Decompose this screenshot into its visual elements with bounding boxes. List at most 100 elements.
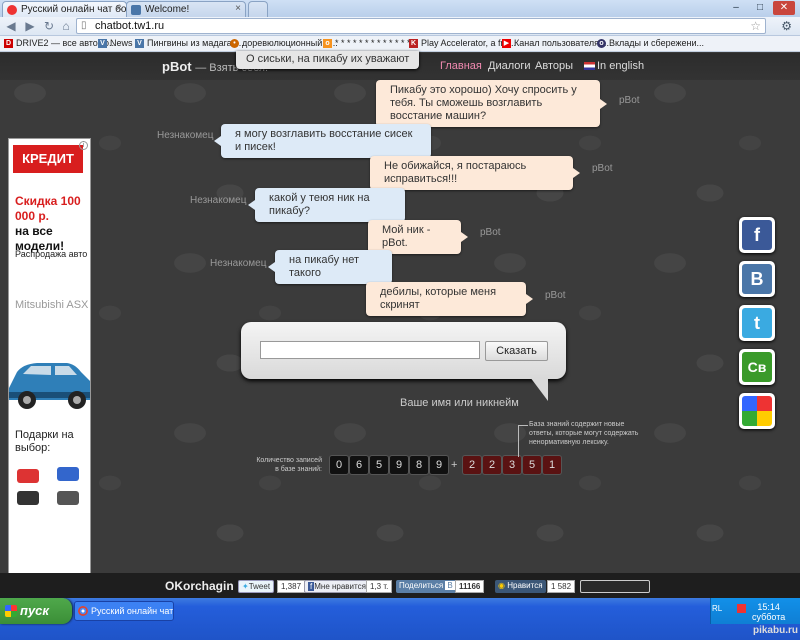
bookmark-prerevolution[interactable]: • доревюлюционный - ... bbox=[230, 38, 338, 50]
counter-digit: 9 bbox=[390, 456, 408, 474]
twitter-share-button[interactable]: t bbox=[739, 305, 775, 341]
start-button[interactable]: пуск bbox=[0, 598, 72, 624]
tweet-button[interactable]: ✦Tweet bbox=[238, 580, 275, 593]
tab-title: Русский онлайн чат бот, и... bbox=[21, 4, 127, 15]
taskbar-clock[interactable]: 15:14 суббота bbox=[752, 602, 785, 622]
bookmark-news[interactable]: V News bbox=[98, 38, 133, 50]
chrome-icon bbox=[78, 606, 88, 616]
maximize-button[interactable]: □ bbox=[749, 1, 771, 15]
counter-digit: 0 bbox=[330, 456, 348, 474]
address-url: chatbot.tw1.ru bbox=[95, 20, 165, 32]
chat-message-user: на пикабу нет такого bbox=[268, 250, 392, 284]
ad-headline: Скидка 100 000 р. bbox=[15, 194, 81, 223]
new-counter-digit: 5 bbox=[523, 456, 541, 474]
vk-share-button[interactable]: Поделиться B bbox=[396, 580, 458, 593]
counter-digit: 8 bbox=[410, 456, 428, 474]
chat-speaker: Незнакомец bbox=[210, 258, 267, 269]
nickname-hint[interactable]: Ваше имя или никнейм bbox=[400, 397, 519, 409]
chat-speaker: pBot bbox=[480, 227, 501, 238]
facebook-like-count: 1,3 т. bbox=[366, 580, 393, 593]
google-share-button[interactable] bbox=[739, 393, 775, 429]
counter-digit: 5 bbox=[370, 456, 388, 474]
footer-logo[interactable]: OKorchagin bbox=[165, 579, 234, 593]
wrench-menu-icon[interactable]: ⚙ bbox=[781, 19, 792, 33]
counter-digit: 6 bbox=[350, 456, 368, 474]
drive2-icon: D bbox=[4, 39, 13, 48]
vk-favicon-icon bbox=[131, 5, 141, 15]
close-tab-icon[interactable]: × bbox=[116, 3, 122, 14]
ad-info-icon[interactable]: i bbox=[79, 141, 88, 150]
twitter-bird-icon: ✦ bbox=[242, 582, 249, 591]
minimize-button[interactable]: – bbox=[725, 1, 747, 15]
facebook-share-button[interactable]: f bbox=[739, 217, 775, 253]
bookmark-play-accelerator[interactable]: K Play Accelerator, a fre... bbox=[409, 38, 516, 50]
gift-recorder-icon bbox=[57, 491, 79, 505]
vk-icon: V bbox=[135, 39, 144, 48]
vkontakte-share-button[interactable]: B bbox=[739, 261, 775, 297]
new-tab-button[interactable] bbox=[248, 1, 268, 17]
page: pBot — Взять себя! Главная Диалоги Автор… bbox=[0, 51, 800, 598]
ad-gifts-label: Подарки на выбор: bbox=[15, 429, 74, 454]
bookmark-deposits[interactable]: o Вклады и сбережени... bbox=[597, 38, 704, 50]
nav-authors[interactable]: Авторы bbox=[535, 60, 573, 72]
tweet-count: 1,387 bbox=[277, 580, 306, 593]
google-icon bbox=[742, 396, 772, 426]
browser-toolbar: ◀ ▶ ↻ ⌂ ▯ chatbot.tw1.ru ☆ ⚙ bbox=[0, 17, 800, 36]
tab-chatbot[interactable]: Русский онлайн чат бот, и... × bbox=[2, 1, 127, 17]
bookmark-star-icon[interactable]: ☆ bbox=[750, 19, 761, 33]
send-button[interactable]: Сказать bbox=[485, 341, 548, 361]
chat-message-bot: Пикабу это хорошо) Хочу спросить у тебя.… bbox=[376, 80, 607, 127]
ad-subtext: Распродажа авто bbox=[15, 249, 88, 259]
globe-icon: o bbox=[597, 39, 606, 48]
nav-home[interactable]: Главная bbox=[440, 60, 482, 72]
site-footer: OKorchagin ✦Tweet 1,387 f Мне нравится 1,… bbox=[0, 573, 800, 598]
address-bar[interactable]: ▯ chatbot.tw1.ru ☆ bbox=[76, 18, 766, 34]
chat-speaker: Незнакомец bbox=[190, 195, 247, 206]
chat-speaker: pBot bbox=[545, 290, 566, 301]
tab-favicon-icon bbox=[7, 5, 17, 15]
new-counter-digit: 1 bbox=[543, 456, 561, 474]
back-button[interactable]: ◀ bbox=[3, 19, 19, 34]
gift-helmet-icon bbox=[17, 469, 39, 483]
message-input[interactable] bbox=[260, 341, 480, 359]
forward-button[interactable]: ▶ bbox=[22, 19, 38, 34]
k-icon: K bbox=[409, 39, 418, 48]
language-indicator[interactable]: RL bbox=[712, 604, 722, 613]
counter-digit: 9 bbox=[430, 456, 448, 474]
close-tab-icon[interactable]: × bbox=[235, 3, 241, 14]
gift-tires-icon bbox=[17, 491, 39, 505]
nav-english[interactable]: In english bbox=[584, 60, 644, 72]
tab-welcome[interactable]: Welcome! × bbox=[126, 1, 246, 17]
page-icon: ▯ bbox=[81, 20, 87, 31]
tooltip: О сиськи, на пикабу их уважают bbox=[236, 51, 420, 69]
facebook-like-button[interactable]: f Мне нравится bbox=[304, 580, 370, 593]
chat-message-bot: Не обижайся, я постараюсь исправиться!!! bbox=[370, 156, 580, 190]
bookmark-penguins[interactable]: V Пингвины из мадагас... bbox=[135, 38, 244, 50]
reload-button[interactable]: ↻ bbox=[41, 19, 57, 34]
close-window-button[interactable]: ✕ bbox=[773, 1, 795, 15]
browser-tabbar: Русский онлайн чат бот, и... × Welcome! … bbox=[0, 0, 800, 17]
windows-logo-icon bbox=[5, 605, 17, 617]
ok-like-button[interactable]: ◉ Нравится bbox=[495, 580, 546, 593]
new-answers-note: База знаний содержит новые ответы, котор… bbox=[529, 421, 639, 446]
vk-share-count: 11166 bbox=[455, 580, 485, 593]
odnoklassniki-icon: o bbox=[323, 39, 332, 48]
chat-message-bot: дебилы, которые меня скринят bbox=[366, 282, 533, 316]
ad-credit-badge: КРЕДИТ 0% bbox=[13, 145, 83, 194]
counter-plus: + bbox=[451, 459, 458, 471]
facebook-icon: f bbox=[742, 220, 772, 250]
tray-app-icon[interactable] bbox=[737, 604, 746, 613]
ad-model: Mitsubishi ASX bbox=[15, 299, 89, 311]
youtube-icon: ▶ bbox=[502, 39, 511, 48]
ok-small-icon: ◉ bbox=[498, 581, 505, 590]
bookmark-stars[interactable]: o * * * * * * * * * * * * * bbox=[323, 38, 411, 50]
chat-speaker: pBot bbox=[592, 163, 613, 174]
svoi-share-button[interactable]: Св bbox=[739, 349, 775, 385]
taskbar-window-chrome[interactable]: Русский онлайн чат ... bbox=[74, 601, 174, 621]
chat-message-user: какой у теюя ник на пикабу? bbox=[248, 188, 405, 222]
nav-dialogs[interactable]: Диалоги bbox=[488, 60, 531, 72]
vkontakte-icon: B bbox=[742, 264, 772, 294]
bookmark-youtube-channel[interactable]: ▶ Канал пользователя ... bbox=[502, 38, 609, 50]
home-button[interactable]: ⌂ bbox=[58, 19, 74, 34]
advertisement-banner[interactable]: КРЕДИТ 0% i Скидка 100 000 р. на все мод… bbox=[8, 138, 91, 578]
